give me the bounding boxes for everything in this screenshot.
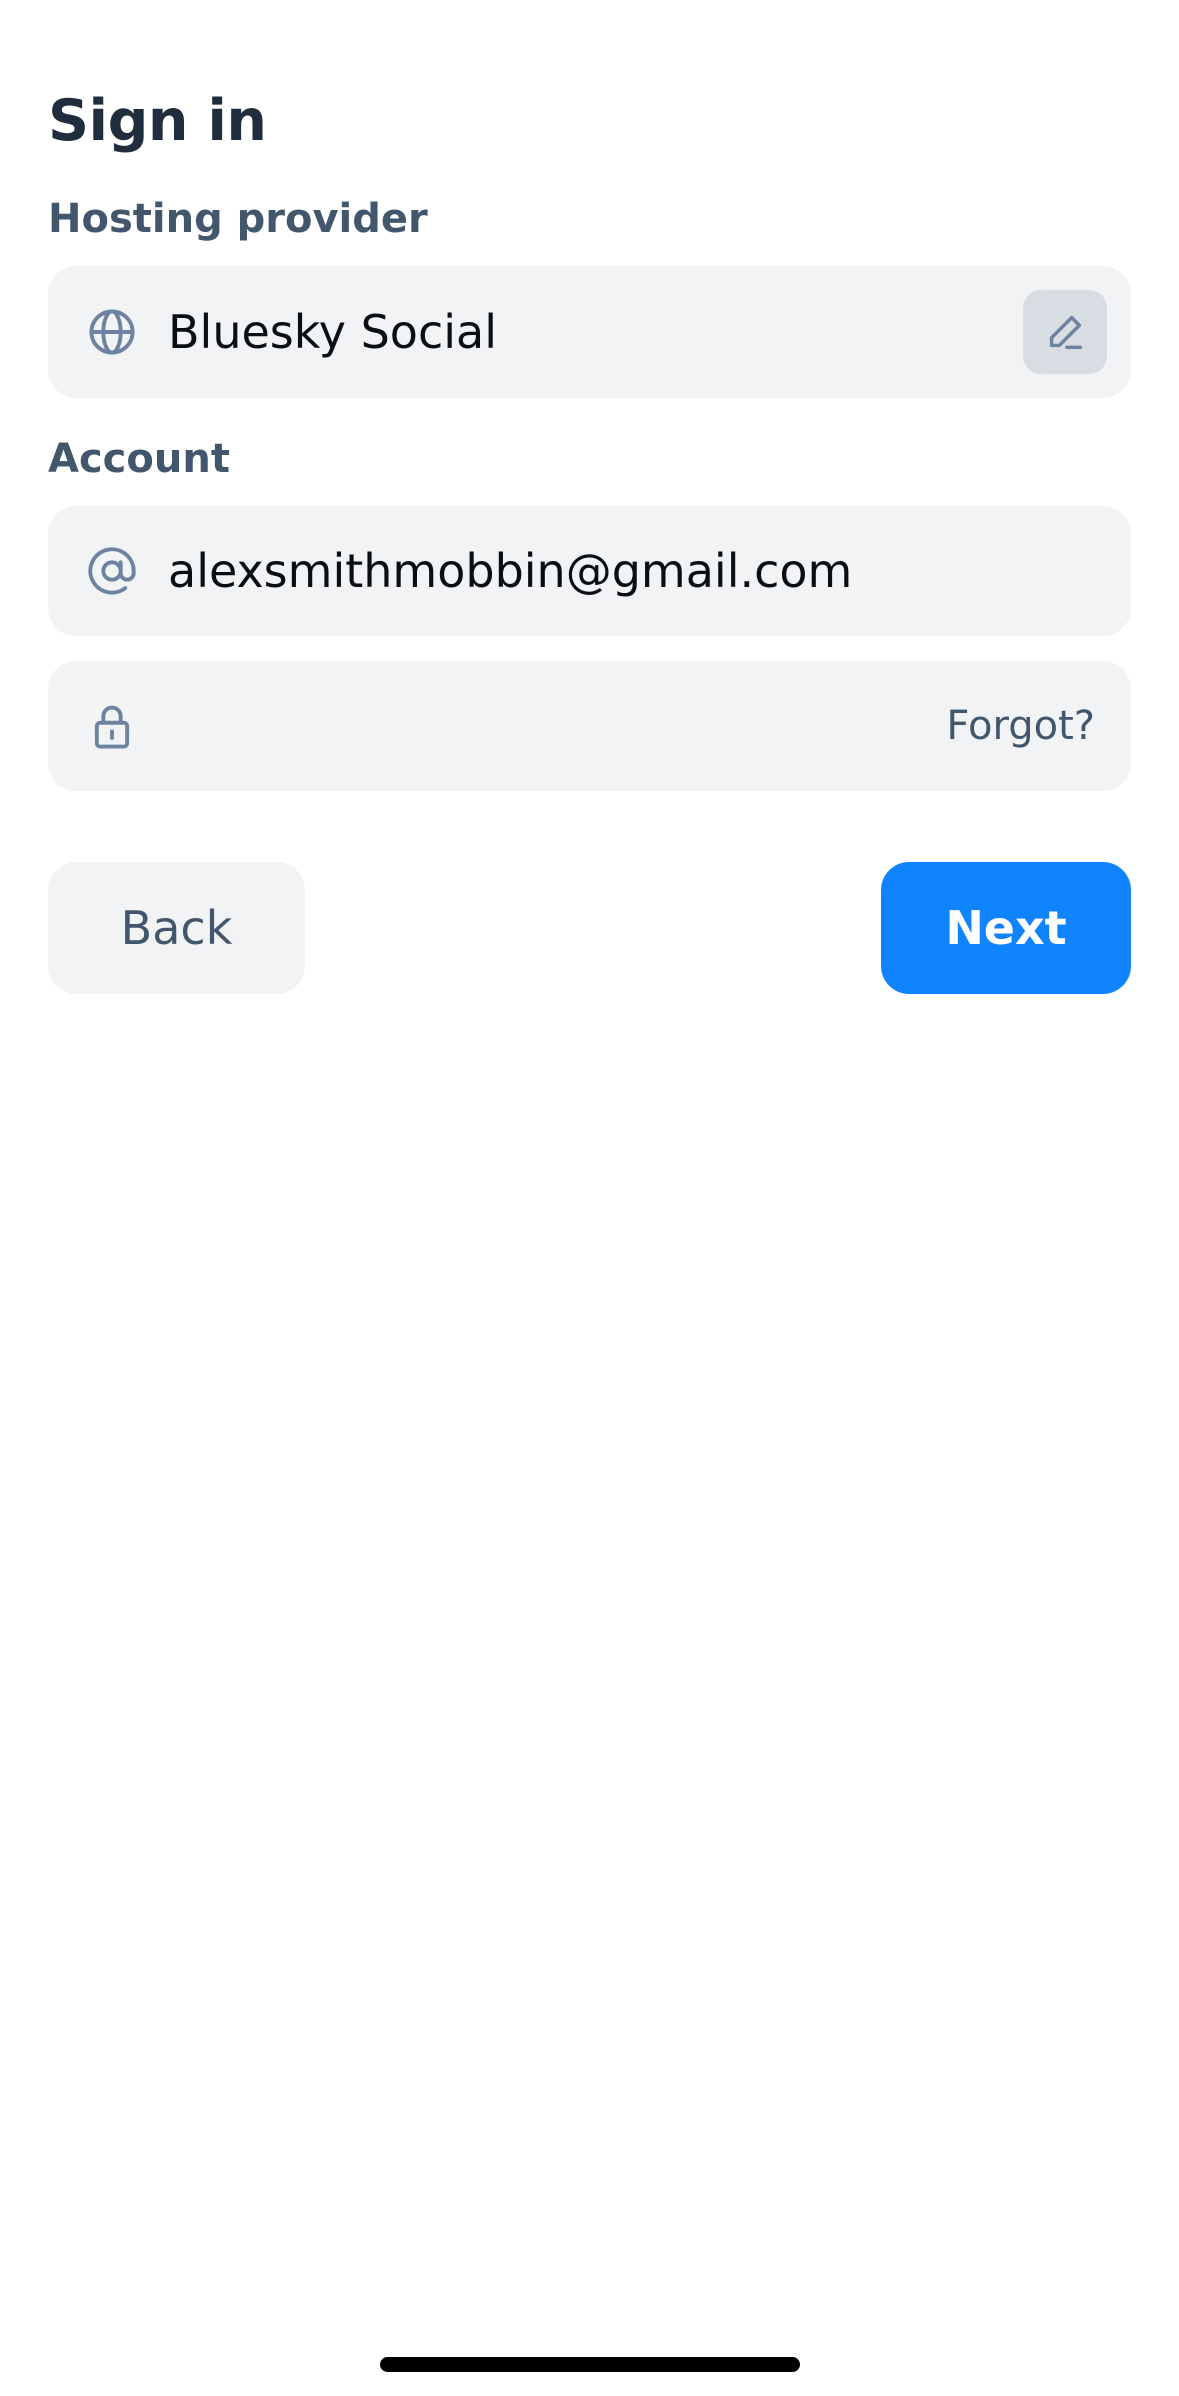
globe-icon bbox=[86, 306, 138, 358]
password-field[interactable]: Forgot? bbox=[48, 661, 1131, 791]
hosting-provider-label: Hosting provider bbox=[48, 196, 428, 242]
hosting-provider-value: Bluesky Social bbox=[168, 305, 497, 359]
account-label: Account bbox=[48, 436, 230, 482]
back-button[interactable]: Back bbox=[48, 862, 305, 994]
password-input[interactable] bbox=[168, 661, 911, 791]
page-title: Sign in bbox=[48, 88, 267, 154]
edit-hosting-provider-button[interactable] bbox=[1023, 290, 1107, 374]
at-sign-icon bbox=[86, 545, 138, 597]
home-indicator[interactable] bbox=[380, 2357, 800, 2372]
pencil-icon bbox=[1049, 315, 1083, 350]
email-value[interactable]: alexsmithmobbin@gmail.com bbox=[168, 544, 852, 598]
next-button[interactable]: Next bbox=[881, 862, 1131, 994]
email-field[interactable]: alexsmithmobbin@gmail.com bbox=[48, 506, 1131, 636]
lock-icon bbox=[86, 700, 138, 752]
hosting-provider-field[interactable]: Bluesky Social bbox=[48, 266, 1131, 398]
forgot-password-link[interactable]: Forgot? bbox=[946, 703, 1095, 749]
